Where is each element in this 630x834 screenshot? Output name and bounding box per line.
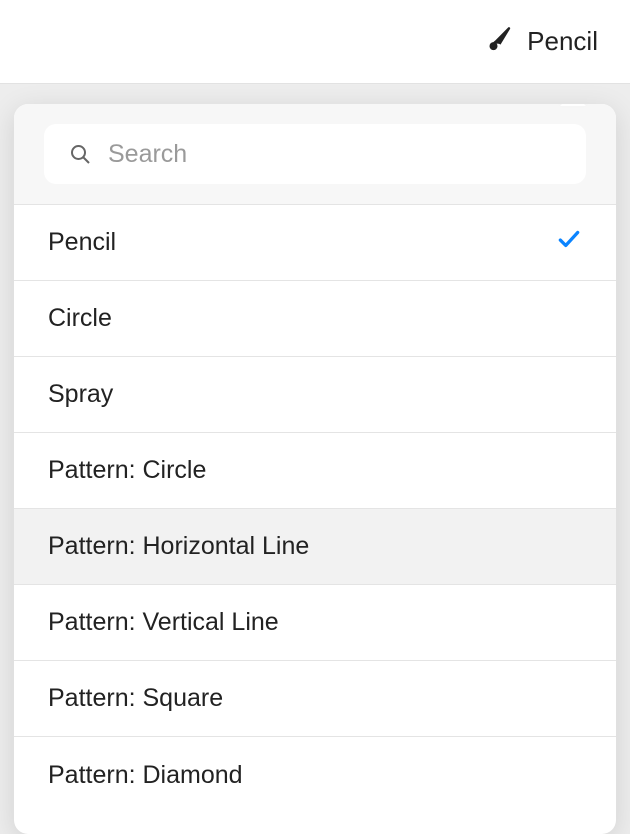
tool-option-label: Pattern: Diamond bbox=[48, 761, 243, 790]
tool-option[interactable]: Spray bbox=[14, 357, 616, 433]
tool-option[interactable]: Pattern: Square bbox=[14, 661, 616, 737]
topbar: Pencil bbox=[0, 0, 630, 84]
tool-option-label: Spray bbox=[48, 380, 113, 409]
search-input[interactable] bbox=[108, 140, 562, 169]
tool-option-label: Pattern: Vertical Line bbox=[48, 608, 279, 637]
tool-option[interactable]: Pencil bbox=[14, 205, 616, 281]
tool-option[interactable]: Pattern: Diamond bbox=[14, 737, 616, 813]
tool-list: Pencil Circle Spray Pattern: Circle Pattern:… bbox=[14, 205, 616, 834]
tool-option[interactable]: Pattern: Circle bbox=[14, 433, 616, 509]
tool-option[interactable]: Pattern: Vertical Line bbox=[14, 585, 616, 661]
tool-option-label: Circle bbox=[48, 304, 112, 333]
tool-dropdown: Pencil Circle Spray Pattern: Circle Pattern:… bbox=[14, 104, 616, 834]
check-icon bbox=[556, 226, 582, 259]
search-icon bbox=[68, 142, 92, 166]
search-wrap bbox=[14, 104, 616, 205]
tool-option[interactable]: Pattern: Horizontal Line bbox=[14, 509, 616, 585]
tool-option-label: Pattern: Horizontal Line bbox=[48, 532, 309, 561]
tool-option[interactable]: Circle bbox=[14, 281, 616, 357]
tool-selector-label: Pencil bbox=[527, 26, 598, 57]
tool-selector-button[interactable]: Pencil bbox=[485, 23, 598, 60]
tool-option-label: Pattern: Circle bbox=[48, 456, 206, 485]
brush-icon bbox=[485, 23, 515, 60]
search-field[interactable] bbox=[44, 124, 586, 184]
tool-option-label: Pattern: Square bbox=[48, 684, 223, 713]
tool-option-label: Pencil bbox=[48, 228, 116, 257]
